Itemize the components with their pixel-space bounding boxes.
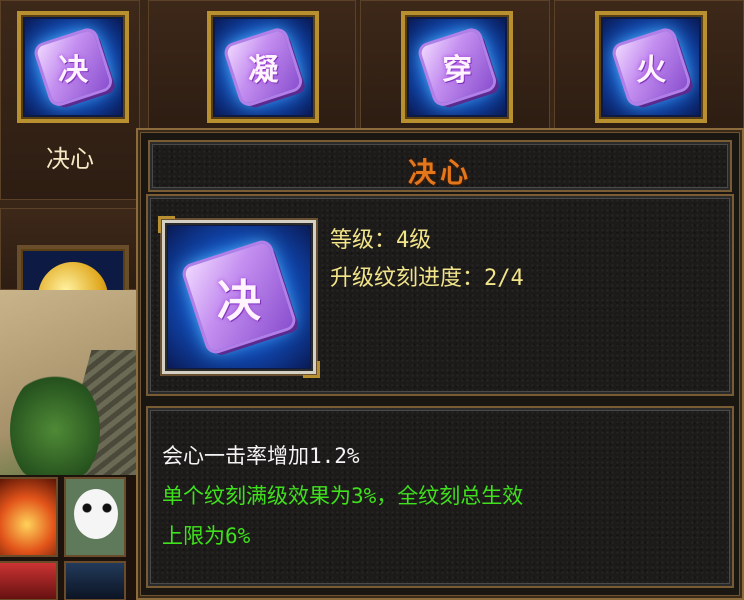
- tooltip-title-bar: 决心: [150, 142, 730, 190]
- skill-slot-4[interactable]: 火: [595, 11, 707, 123]
- skill-gem-icon: 穿: [409, 19, 505, 115]
- skill-cell-3[interactable]: 穿: [360, 0, 550, 130]
- skill-glyph: 穿: [441, 52, 472, 88]
- tooltip-info-panel: 决 等级：4级 升级纹刻进度：2/4: [148, 196, 732, 394]
- action-bar: [0, 475, 150, 600]
- skill-tooltip: 决心 决 等级：4级 升级纹刻进度：2/4 会心一击率增加1.2% 单个纹刻满级…: [136, 128, 744, 600]
- skill-glyph: 火: [635, 52, 666, 88]
- tooltip-title: 决心: [407, 156, 472, 189]
- tooltip-skill-glyph: 决: [217, 276, 261, 327]
- skill-cell-5[interactable]: [0, 208, 140, 332]
- skill-level: 等级：4级: [330, 228, 432, 253]
- tooltip-skill-gem-icon: 决: [168, 226, 310, 368]
- skill-gem-icon: 决: [25, 19, 121, 115]
- skill-slot-2[interactable]: 凝: [207, 11, 319, 123]
- tooltip-skill-frame: 决: [158, 216, 320, 378]
- tooltip-description-panel: 会心一击率增加1.2% 单个纹刻满级效果为3%，全纹刻总生效 上限为6%: [148, 408, 732, 586]
- note-line-2: 上限为6%: [162, 524, 251, 548]
- red-item-icon[interactable]: [0, 561, 58, 600]
- panda-icon[interactable]: [64, 477, 126, 557]
- skill-gem-icon: 凝: [215, 19, 311, 115]
- skill-cell-4[interactable]: 火: [554, 0, 744, 130]
- game-scene: [0, 290, 150, 600]
- effect-text: 会心一击率增加1.2%: [162, 444, 360, 468]
- skill-cell-1[interactable]: 决 决心: [0, 0, 140, 200]
- dark-item-icon[interactable]: [64, 561, 126, 600]
- skill-slot-1[interactable]: 决: [17, 11, 129, 123]
- tree-decoration: [10, 370, 100, 490]
- skill-cell-2[interactable]: 凝: [148, 0, 356, 130]
- skill-name: 决心: [46, 145, 94, 173]
- upgrade-progress: 升级纹刻进度：2/4: [330, 266, 524, 291]
- skill-slot-3[interactable]: 穿: [401, 11, 513, 123]
- fire-skill-icon[interactable]: [0, 477, 58, 557]
- skill-gem-icon: 火: [603, 19, 699, 115]
- note-line-1: 单个纹刻满级效果为3%，全纹刻总生效: [162, 484, 524, 508]
- skill-glyph: 决: [57, 52, 88, 88]
- skill-glyph: 凝: [247, 52, 278, 88]
